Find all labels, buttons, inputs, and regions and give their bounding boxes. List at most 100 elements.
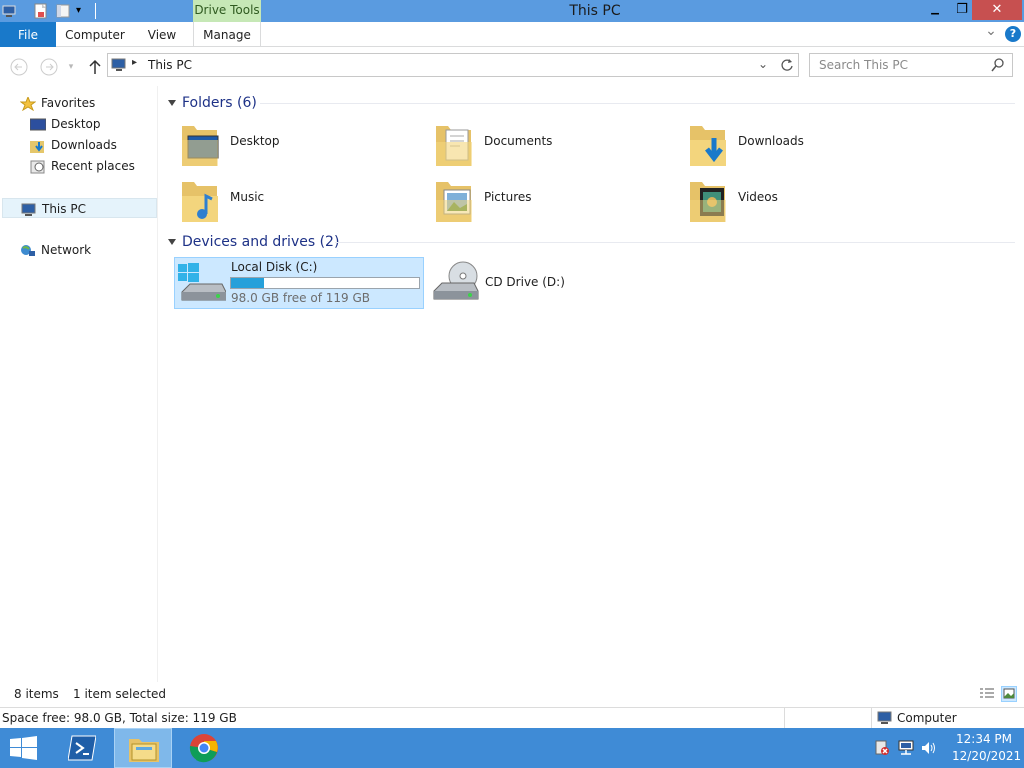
details-divider (871, 708, 872, 728)
nav-favorites-label: Favorites (41, 96, 96, 110)
drive-item-d[interactable]: CD Drive (D:) (428, 257, 678, 309)
address-dropdown-icon[interactable]: ⌄ (758, 57, 772, 71)
nav-item-recent-places[interactable]: Recent places (30, 156, 135, 176)
clock-time[interactable]: 12:34 PM (956, 732, 1012, 746)
collapse-triangle-icon (168, 239, 176, 245)
taskbar-chrome[interactable] (174, 728, 234, 768)
navigation-pane: Favorites Desktop Downloads Recent place… (0, 86, 158, 682)
refresh-icon[interactable] (780, 57, 794, 73)
title-bar: ▾ Drive Tools This PC ▁ ❐ ✕ (0, 0, 1024, 22)
documents-folder-icon (434, 120, 476, 168)
group-header-devices[interactable]: Devices and drives (2) (168, 232, 339, 252)
downloads-icon (30, 139, 46, 153)
nav-item-desktop[interactable]: Desktop (29, 114, 101, 134)
folder-label: Pictures (484, 190, 532, 204)
drive-item-c[interactable]: Local Disk (C:) 98.0 GB free of 119 GB (174, 257, 424, 309)
breadcrumb[interactable]: This PC (148, 58, 192, 72)
recent-places-icon (30, 160, 46, 174)
computer-icon (877, 710, 893, 726)
folder-label: Documents (484, 134, 553, 148)
close-button[interactable]: ✕ (972, 0, 1022, 20)
downloads-folder-icon (688, 120, 730, 168)
windows-drive-icon (178, 262, 227, 306)
status-bar: 8 items 1 item selected (0, 684, 1024, 706)
nav-network[interactable]: Network (20, 240, 91, 260)
videos-folder-icon (688, 176, 730, 224)
music-folder-icon (180, 176, 222, 224)
selection-count: 1 item selected (73, 687, 167, 701)
large-icons-view-icon[interactable] (1001, 686, 1017, 702)
drive-usage-fill (231, 278, 265, 288)
windows-logo-icon (10, 736, 38, 760)
file-explorer-icon (128, 735, 160, 763)
breadcrumb-separator[interactable]: ▸ (132, 57, 137, 68)
tab-computer[interactable]: Computer (60, 22, 130, 47)
up-arrow-icon[interactable] (84, 56, 106, 78)
nav-item-label: Desktop (51, 117, 101, 131)
nav-network-label: Network (41, 243, 92, 257)
pictures-folder-icon (434, 176, 476, 224)
taskbar: 12:34 PM 12/20/2021 (0, 728, 1024, 768)
taskbar-powershell[interactable] (56, 728, 116, 768)
chrome-icon (189, 733, 219, 763)
nav-this-pc[interactable]: This PC (2, 198, 157, 218)
help-icon[interactable]: ? (1005, 26, 1021, 42)
expand-ribbon-icon[interactable]: ⌄ (984, 24, 998, 43)
folder-item[interactable]: Downloads (688, 118, 928, 170)
folder-item[interactable]: Documents (434, 118, 674, 170)
desktop-folder-icon (180, 120, 222, 168)
details-view-icon[interactable] (979, 686, 995, 702)
folder-item[interactable]: Desktop (180, 118, 420, 170)
cd-drive-icon (432, 261, 480, 305)
search-icon[interactable] (990, 57, 1006, 73)
computer-icon (111, 57, 127, 73)
tab-file[interactable]: File (0, 22, 56, 47)
group-title: Folders (6) (182, 95, 257, 111)
group-divider (335, 242, 1015, 243)
folder-item[interactable]: Videos (688, 174, 928, 226)
nav-item-label: Recent places (51, 159, 135, 173)
folder-label: Music (230, 190, 265, 204)
group-title: Devices and drives (2) (182, 234, 340, 250)
minimize-button[interactable]: ▁ (921, 0, 949, 20)
drive-label: CD Drive (D:) (485, 275, 565, 289)
tab-view[interactable]: View (138, 22, 186, 47)
computer-icon (21, 203, 37, 217)
folder-label: Desktop (230, 134, 280, 148)
start-button[interactable] (0, 728, 60, 768)
group-header-folders[interactable]: Folders (6) (168, 93, 257, 113)
group-divider (260, 103, 1015, 104)
taskbar-file-explorer[interactable] (114, 728, 172, 768)
desktop-icon (29, 118, 47, 132)
nav-item-label: Downloads (51, 138, 117, 152)
ribbon-tab-bar: File Computer View Manage ⌄ ? (0, 22, 1024, 47)
details-divider (784, 708, 785, 728)
forward-icon[interactable] (38, 56, 60, 78)
drive-label: Local Disk (C:) (231, 260, 318, 274)
space-info: Space free: 98.0 GB, Total size: 119 GB (2, 711, 237, 725)
item-count: 8 items (14, 687, 59, 701)
network-status-icon[interactable] (898, 740, 914, 756)
tab-manage[interactable]: Manage (193, 22, 261, 47)
powershell-icon (67, 735, 97, 761)
drive-usage-bar (230, 277, 420, 289)
clock-date[interactable]: 12/20/2021 (952, 749, 1021, 763)
location-label: Computer (897, 711, 957, 725)
recent-locations-icon[interactable]: ▾ (64, 56, 78, 78)
folder-label: Videos (738, 190, 778, 204)
star-icon (19, 95, 37, 111)
details-bar: Space free: 98.0 GB, Total size: 119 GB … (0, 707, 1024, 728)
folder-item[interactable]: Music (180, 174, 420, 226)
window-title: This PC (569, 3, 621, 19)
search-input[interactable]: Search This PC (819, 58, 908, 72)
folder-item[interactable]: Pictures (434, 174, 674, 226)
nav-item-downloads[interactable]: Downloads (30, 135, 117, 155)
search-box[interactable]: Search This PC (809, 53, 1013, 77)
action-center-icon[interactable] (874, 740, 890, 756)
volume-icon[interactable] (921, 740, 937, 756)
address-bar[interactable]: ▸ This PC ⌄ (107, 53, 799, 77)
nav-favorites[interactable]: Favorites (19, 93, 96, 113)
folder-label: Downloads (738, 134, 804, 148)
nav-this-pc-label: This PC (42, 202, 86, 216)
back-icon[interactable] (8, 56, 30, 78)
